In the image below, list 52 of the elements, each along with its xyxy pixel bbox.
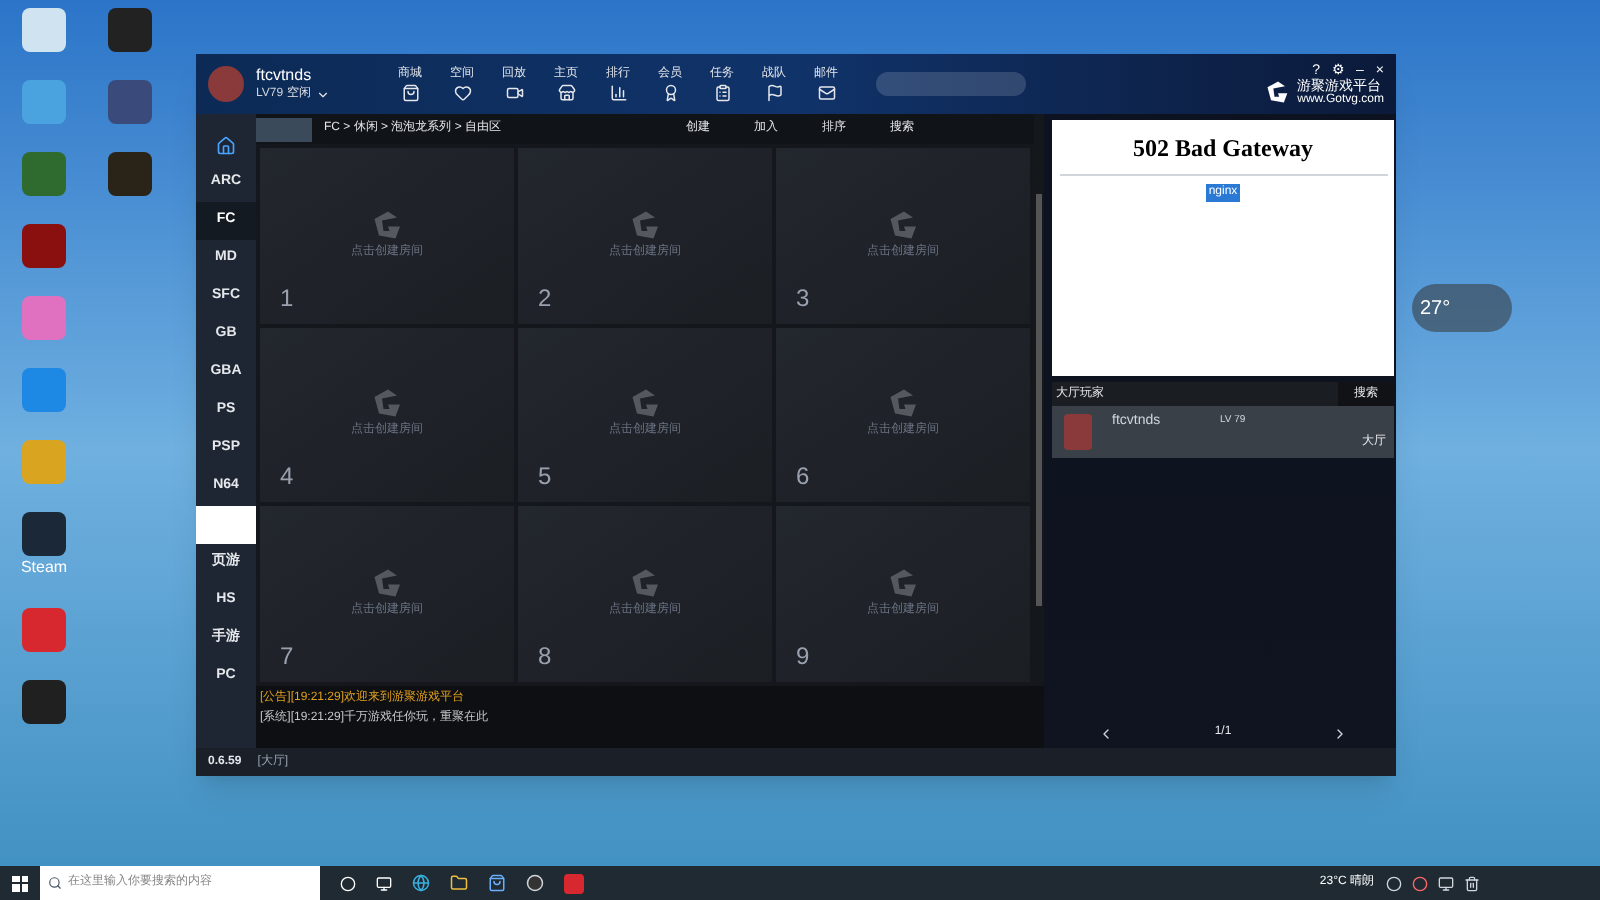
username: ftcvtnds [256,67,314,83]
room-number: 7 [280,640,294,674]
store-icon[interactable] [488,874,506,892]
nav-icon [765,83,783,101]
browser-icon[interactable] [412,874,430,892]
desktop-app-icon[interactable] [22,8,66,52]
desktop-app-icon[interactable] [22,512,66,556]
network-icon[interactable] [1438,875,1454,891]
g-logo-icon [885,568,921,599]
home-icon [216,135,236,155]
room-number: 5 [538,460,552,495]
g-logo-icon [369,568,405,599]
room-number: 3 [796,281,810,316]
nav-icon [817,83,835,101]
room-number: 4 [280,460,294,495]
avatar-icon [1064,414,1092,450]
desktop-app-icon[interactable] [108,152,152,196]
app-icon[interactable] [526,874,544,892]
nav-icon [713,83,731,101]
desktop-app-icon[interactable] [22,680,66,724]
windows-start-icon[interactable] [12,875,28,891]
tray-icon[interactable] [1464,875,1480,891]
nav-icon [505,83,523,101]
g-logo-icon [627,388,663,419]
room-number: 8 [538,640,552,674]
nav-icon [557,83,575,101]
task-view-icon[interactable] [340,875,356,891]
room-number: 1 [280,281,294,316]
desktop-icon-label: Steam [20,556,68,580]
avatar-icon [208,66,244,102]
nav-icon [661,83,679,101]
desktop-app-icon[interactable] [108,8,152,52]
caret-icon[interactable] [315,87,330,101]
search-icon [48,876,62,890]
g-logo-icon [1263,80,1292,104]
g-logo-icon [885,388,921,419]
nav-icon [453,83,471,101]
nav-icon [401,83,419,101]
room-number: 9 [796,640,810,674]
g-logo-icon [627,568,663,599]
g-logo-icon [627,209,663,240]
room-number: 6 [796,460,810,495]
room-number: 2 [538,281,552,316]
g-logo-icon [369,209,405,240]
desktop-app-icon[interactable] [22,224,66,268]
window-icon[interactable] [376,875,392,891]
folder-icon[interactable] [450,874,468,892]
g-logo-icon [885,209,921,240]
temperature-text: 27° [1420,295,1451,323]
nav-icon [609,83,627,101]
g-logo-icon [369,388,405,419]
error-title: 502 Bad Gateway [1133,132,1313,166]
